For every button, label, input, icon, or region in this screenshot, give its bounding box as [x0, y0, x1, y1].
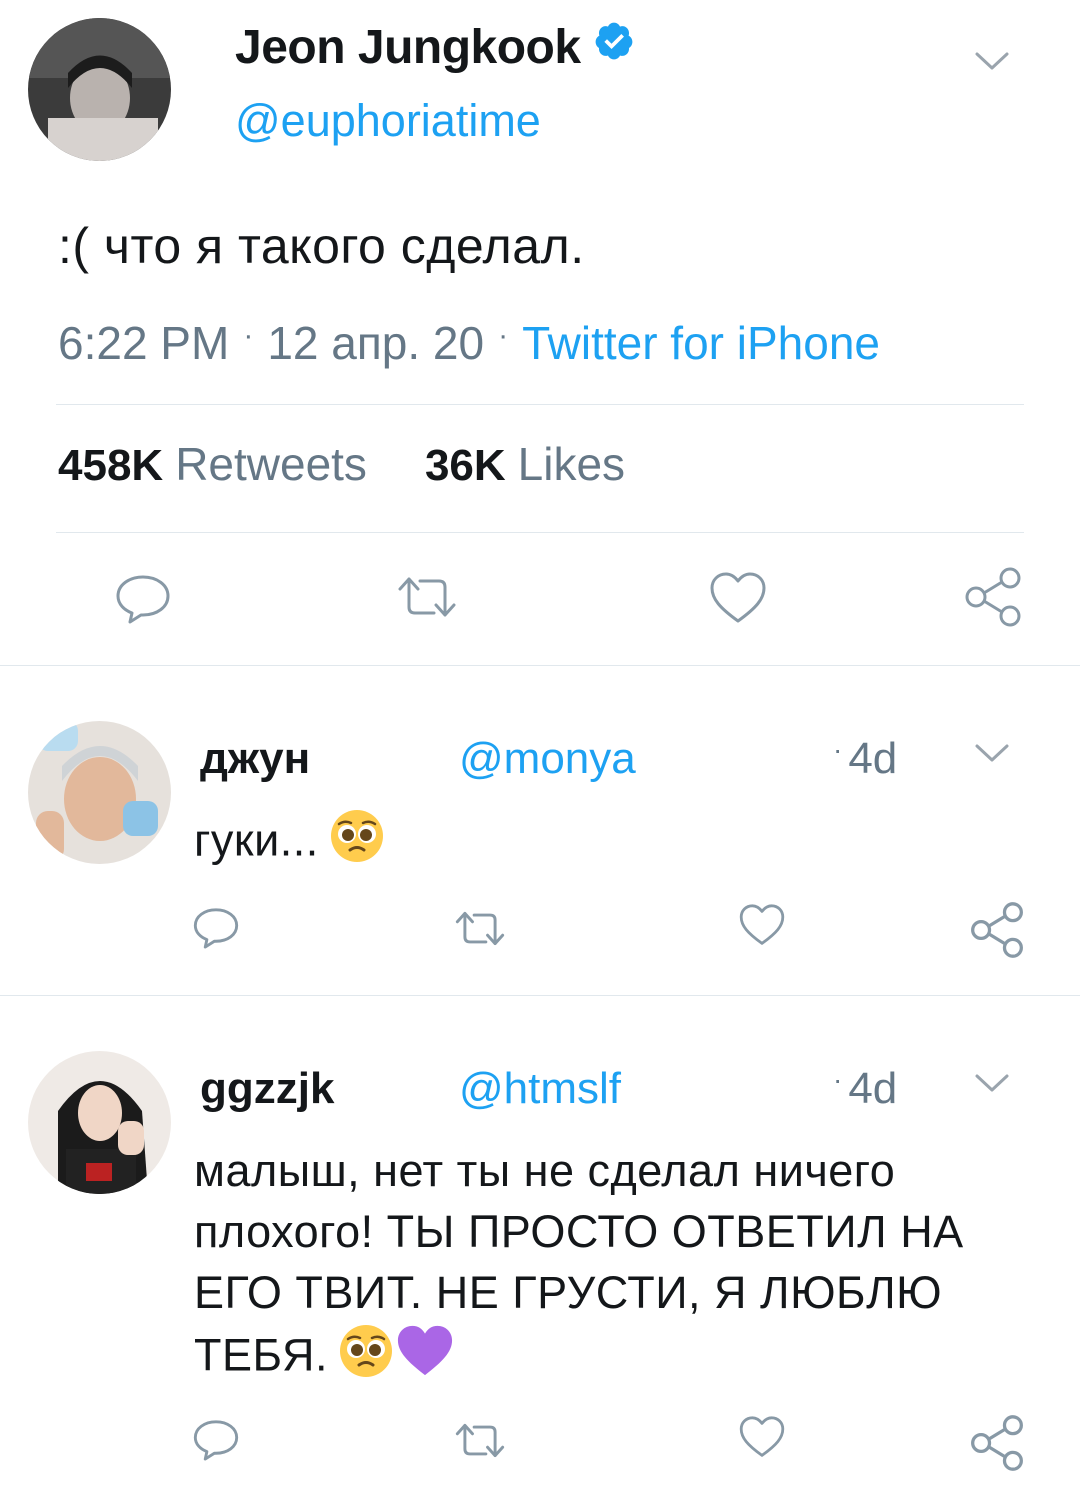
retweet-icon[interactable] — [396, 575, 458, 619]
purple-heart-emoji — [396, 1324, 454, 1393]
separator-dot: · — [243, 319, 254, 352]
section-divider — [0, 665, 1080, 666]
reply-icon[interactable] — [192, 906, 240, 950]
author-avatar[interactable] — [28, 18, 171, 161]
retweets-count: 458K — [58, 441, 164, 490]
reply-timestamp: · 4d — [833, 1064, 898, 1113]
likes-count: 36K — [424, 441, 506, 490]
chevron-down-icon[interactable] — [974, 1072, 1010, 1101]
tweet-date: 12 апр. 20 — [267, 317, 485, 369]
tweet-stats: 458K Retweets 36K Likes — [58, 437, 625, 491]
reply-handle[interactable]: @monya — [459, 734, 636, 784]
author-name-text[interactable]: Jeon Jungkook — [235, 21, 581, 74]
retweets-stat[interactable]: 458K Retweets — [58, 438, 367, 490]
section-divider — [0, 995, 1080, 996]
separator-dot: · — [498, 319, 509, 352]
tweet-source-link[interactable]: Twitter for iPhone — [522, 317, 880, 369]
reply-display-name[interactable]: джун — [200, 734, 310, 784]
reply-text-content: малыш, нет ты не сделал ничего плохого! … — [194, 1145, 964, 1381]
reply-time-text: 4d — [848, 1064, 898, 1113]
reply-text-content: гуки... — [194, 814, 319, 866]
like-icon[interactable] — [708, 571, 768, 625]
divider — [56, 532, 1024, 533]
chevron-down-icon[interactable] — [974, 50, 1010, 79]
likes-stat[interactable]: 36K Likes — [425, 438, 625, 490]
share-icon[interactable] — [962, 566, 1024, 628]
reply-avatar[interactable] — [28, 1051, 171, 1194]
like-icon[interactable] — [738, 903, 786, 947]
share-icon[interactable] — [968, 1414, 1026, 1472]
divider — [56, 404, 1024, 405]
retweets-label: Retweets — [175, 438, 367, 490]
pleading-face-emoji — [329, 808, 385, 879]
verified-badge-icon — [593, 19, 635, 74]
retweet-icon[interactable] — [454, 1422, 506, 1459]
author-handle[interactable]: @euphoriatime — [235, 95, 541, 147]
share-icon[interactable] — [968, 901, 1026, 959]
reply-avatar[interactable] — [28, 721, 171, 864]
reply-text: гуки... — [194, 808, 1024, 879]
reply-time-text: 4d — [848, 734, 898, 783]
author-display-name[interactable]: Jeon Jungkook — [235, 20, 635, 75]
tweet-text: :( что я такого сделал. — [58, 218, 585, 274]
reply-display-name[interactable]: ggzzjk — [200, 1064, 334, 1114]
reply-timestamp: · 4d — [833, 734, 898, 783]
reply-icon[interactable] — [114, 573, 172, 625]
chevron-down-icon[interactable] — [974, 742, 1010, 771]
reply-text: малыш, нет ты не сделал ничего плохого! … — [194, 1140, 1024, 1394]
pleading-face-emoji — [338, 1323, 394, 1394]
retweet-icon[interactable] — [454, 910, 506, 947]
tweet-meta: 6:22 PM · 12 апр. 20 · Twitter for iPhone — [58, 316, 880, 370]
reply-handle[interactable]: @htmslf — [459, 1064, 621, 1114]
like-icon[interactable] — [738, 1415, 786, 1459]
tweet-time: 6:22 PM — [58, 317, 230, 369]
reply-icon[interactable] — [192, 1418, 240, 1462]
likes-label: Likes — [517, 438, 626, 490]
